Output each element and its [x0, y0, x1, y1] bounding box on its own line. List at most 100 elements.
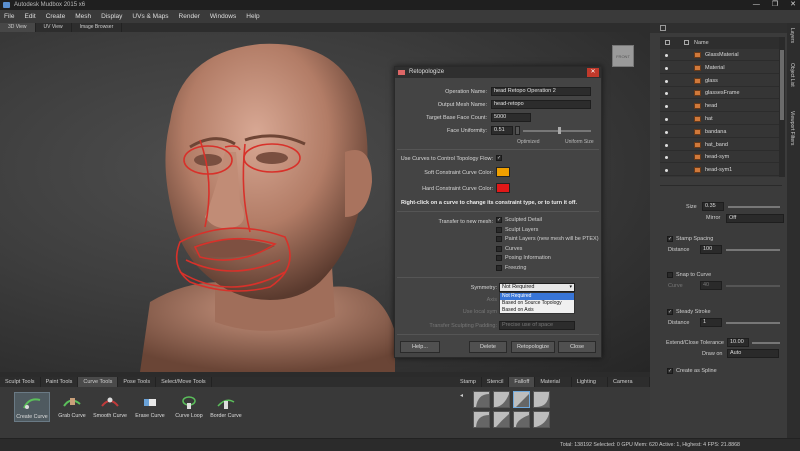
help-button[interactable]: Help... [400, 341, 440, 353]
falloff-preset[interactable] [473, 411, 490, 428]
tab-select-move-tools[interactable]: Select/Move Tools [156, 377, 212, 387]
menu-edit[interactable]: Edit [24, 13, 35, 20]
visibility-dot-icon[interactable] [665, 92, 668, 96]
object-list-row[interactable]: glassesFrame [660, 87, 780, 100]
menu-file[interactable]: File [4, 13, 14, 20]
output-mesh-field[interactable]: head-retopo [491, 100, 591, 109]
hard-constraint-color-swatch[interactable] [496, 183, 510, 193]
symmetry-dropdown[interactable]: Not Required ▾ [499, 283, 575, 292]
menu-windows[interactable]: Windows [210, 13, 236, 20]
tab-3d-view[interactable]: 3D View [0, 23, 36, 32]
falloff-preset[interactable] [493, 411, 510, 428]
transfer-sculpting-dropdown[interactable]: Precise use of space [499, 321, 575, 330]
tab-pose-tools[interactable]: Pose Tools [118, 377, 157, 387]
border-curve-tool[interactable]: Border Curve [208, 392, 244, 422]
menu-mesh[interactable]: Mesh [75, 13, 91, 20]
tab-stamp[interactable]: Stamp [455, 377, 482, 387]
menu-uvs-maps[interactable]: UVs & Maps [132, 13, 168, 20]
dialog-close-button[interactable]: ✕ [587, 68, 599, 77]
face-uniformity-field[interactable]: 0.51 [491, 126, 513, 135]
minimize-icon[interactable]: — [753, 0, 760, 10]
falloff-preset[interactable] [493, 391, 510, 408]
transfer-option-checkbox[interactable] [496, 255, 502, 261]
steady-distance-field[interactable]: 1 [700, 318, 722, 327]
create-spline-checkbox[interactable]: ✓ [667, 368, 673, 374]
menu-help[interactable]: Help [246, 13, 259, 20]
use-curves-checkbox[interactable]: ✓ [496, 155, 502, 161]
falloff-preset[interactable] [513, 391, 530, 408]
falloff-preset[interactable] [473, 391, 490, 408]
steady-distance-slider[interactable] [726, 322, 780, 324]
object-list-row[interactable]: Material [660, 62, 780, 74]
visibility-dot-icon[interactable] [665, 156, 668, 160]
tab-uv-view[interactable]: UV View [36, 23, 72, 32]
object-list-row[interactable]: glass [660, 75, 780, 87]
extend-tolerance-field[interactable]: 10.00 [727, 338, 749, 347]
object-list-row[interactable]: bandana [660, 126, 780, 138]
side-tab-layers[interactable]: Layers [789, 28, 795, 43]
object-list-row[interactable]: hat [660, 113, 780, 125]
visibility-dot-icon[interactable] [665, 143, 668, 147]
operation-name-field[interactable]: head Retopo Operation 2 [491, 87, 591, 96]
size-field[interactable]: 0.35 [702, 202, 724, 211]
draw-on-dropdown[interactable]: Auto [727, 349, 779, 358]
transfer-option-checkbox[interactable] [496, 226, 502, 233]
tab-camera-bookmarks[interactable]: Camera Bookmarks [608, 377, 650, 395]
menu-render[interactable]: Render [179, 13, 200, 20]
tab-material-presets[interactable]: Material Presets [535, 377, 572, 395]
transfer-option-checkbox[interactable] [496, 245, 502, 252]
visibility-dot-icon[interactable] [665, 79, 668, 83]
target-face-field[interactable]: 5000 [491, 113, 531, 122]
symmetry-option-source-topology[interactable]: Based on Source Topology [500, 300, 574, 307]
distance-slider[interactable] [726, 249, 780, 251]
stamp-spacing-checkbox[interactable]: ✓ [667, 236, 673, 242]
transfer-option-checkbox[interactable] [496, 264, 502, 271]
snap-curve-field[interactable]: 40 [700, 281, 722, 290]
panel-toggle-icon[interactable] [660, 25, 666, 31]
soft-constraint-color-swatch[interactable] [496, 167, 510, 177]
extend-tolerance-slider[interactable] [752, 342, 780, 344]
visibility-dot-icon[interactable] [665, 66, 668, 70]
face-uniformity-stepper[interactable] [515, 126, 520, 135]
visibility-dot-icon[interactable] [665, 105, 668, 109]
close-icon[interactable]: ✕ [790, 0, 796, 10]
tab-falloff[interactable]: Falloff [509, 377, 536, 387]
transfer-option-checkbox[interactable]: ✓ [496, 217, 502, 223]
side-tab-object-list[interactable]: Object List [789, 63, 795, 87]
scrollbar-thumb[interactable] [780, 50, 784, 120]
maximize-icon[interactable]: ❐ [772, 0, 778, 10]
distance-field[interactable]: 100 [700, 245, 722, 254]
falloff-preset[interactable] [533, 411, 550, 428]
delete-button[interactable]: Delete [469, 341, 507, 353]
visibility-dot-icon[interactable] [665, 130, 668, 134]
transfer-option-checkbox[interactable] [496, 236, 502, 242]
side-tab-viewport-filters[interactable]: Viewport Filters [789, 111, 795, 145]
view-cube[interactable]: FRONT [612, 45, 634, 67]
falloff-preset[interactable] [513, 411, 530, 428]
object-list-row[interactable]: hat_band [660, 139, 780, 151]
mirror-dropdown[interactable]: Off [726, 214, 784, 223]
object-list-row[interactable]: GlassMaterial [660, 49, 780, 61]
snap-to-curve-checkbox[interactable] [667, 272, 673, 278]
visibility-dot-icon[interactable] [665, 118, 668, 121]
close-button[interactable]: Close [558, 341, 596, 353]
object-list-row[interactable]: head-sym [660, 151, 780, 164]
tab-lighting-presets[interactable]: Lighting Presets [572, 377, 608, 395]
tab-sculpt-tools[interactable]: Sculpt Tools [0, 377, 41, 387]
visibility-dot-icon[interactable] [665, 169, 668, 173]
create-curve-tool[interactable]: Create Curve [14, 392, 50, 422]
menu-display[interactable]: Display [101, 13, 122, 20]
curve-loop-tool[interactable]: Curve Loop [171, 392, 207, 422]
falloff-scroll-left-icon[interactable]: ◂ [460, 392, 468, 408]
object-list-row[interactable]: head [660, 100, 780, 113]
erase-curve-tool[interactable]: Erase Curve [132, 392, 168, 422]
size-slider[interactable] [728, 206, 780, 208]
grab-curve-tool[interactable]: Grab Curve [54, 392, 90, 422]
tab-image-browser[interactable]: Image Browser [72, 23, 123, 32]
tab-stencil[interactable]: Stencil [482, 377, 510, 387]
symmetry-option-not-required[interactable]: Not Required [500, 293, 574, 300]
smooth-curve-tool[interactable]: Smooth Curve [92, 392, 128, 422]
tab-curve-tools[interactable]: Curve Tools [78, 377, 119, 387]
retopologize-button[interactable]: Retopologize [511, 341, 555, 353]
steady-stroke-checkbox[interactable]: ✓ [667, 309, 673, 315]
